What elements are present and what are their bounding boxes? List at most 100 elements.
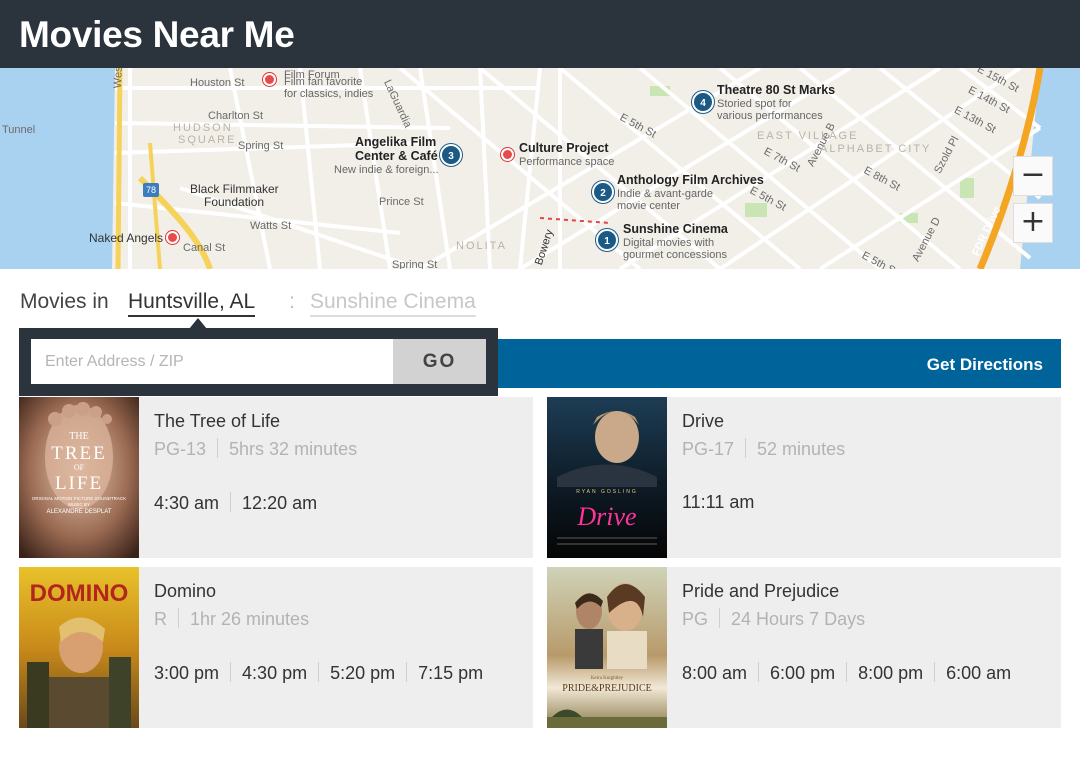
street-label: Watts St xyxy=(250,220,292,232)
place-title: Naked Angels xyxy=(89,231,164,245)
poster-text: LIFE xyxy=(55,473,103,494)
pin-subtitle: gourmet concessions xyxy=(623,249,727,261)
pin-subtitle: Indie & avant-garde xyxy=(617,188,714,200)
pin-3-marker[interactable]: 3 xyxy=(440,144,462,166)
poster-text: Drive xyxy=(576,502,636,531)
movie-title[interactable]: Domino xyxy=(154,581,216,602)
page-title: Movies Near Me xyxy=(19,14,295,55)
showtime[interactable]: 3:00 pm xyxy=(154,663,219,684)
place-title: Center & Café xyxy=(355,149,438,163)
showtime[interactable]: 5:20 pm xyxy=(330,663,395,684)
place-subtitle: Performance space xyxy=(519,156,615,168)
poster-text: DOMINO xyxy=(30,580,129,607)
zoom-out-button[interactable]: − xyxy=(1013,156,1053,196)
showtime[interactable]: 12:20 am xyxy=(242,493,317,514)
district-label: ALPHABET CITY xyxy=(820,143,932,155)
poster-text: ORIGINAL MOTION PICTURE SOUNDTRACK xyxy=(32,496,126,501)
movie-rating: PG-17 xyxy=(682,439,735,459)
movie-card[interactable]: Keira Knightley PRIDE&PREJUDICE Pride an… xyxy=(547,567,1061,728)
poster-text: ALEXANDRE DESPLAT xyxy=(47,509,112,515)
poster-text: RYAN GOSLING xyxy=(576,489,638,495)
district-label: SQUARE xyxy=(178,134,237,146)
pride-and-prejudice-poster-image: Keira Knightley PRIDE&PREJUDICE xyxy=(547,567,667,728)
place-marker-icon[interactable] xyxy=(501,148,514,161)
movie-card[interactable]: RYAN GOSLING Drive Drive PG-17 52 minutes… xyxy=(547,397,1061,558)
movie-title[interactable]: The Tree of Life xyxy=(154,411,280,432)
showtime[interactable]: 11:11 am xyxy=(682,492,754,513)
pin-2-marker[interactable]: 2 xyxy=(592,181,614,203)
movie-title[interactable]: Pride and Prejudice xyxy=(682,581,839,602)
poster-text: Keira Knightley xyxy=(591,676,624,681)
movie-rating: PG-13 xyxy=(154,439,207,459)
movie-duration: 5hrs 32 minutes xyxy=(229,439,358,459)
street-label: Houston St xyxy=(190,77,245,89)
place-title: Angelika Film xyxy=(355,135,437,149)
location-separator: : xyxy=(289,290,295,313)
place-title: Foundation xyxy=(204,195,265,209)
showtime[interactable]: 6:00 am xyxy=(946,663,1011,684)
street-label: Tunnel xyxy=(2,124,36,136)
pin-subtitle: Storied spot for xyxy=(717,98,792,110)
place-subtitle: for classics, indies xyxy=(284,88,374,100)
poster-text: PRIDE&PREJUDICE xyxy=(562,683,651,694)
showtime[interactable]: 4:30 am xyxy=(154,493,219,514)
showtime[interactable]: 4:30 pm xyxy=(242,663,307,684)
place-subtitle: New indie & foreign... xyxy=(334,164,439,176)
place-subtitle: Film fan favorite xyxy=(284,76,363,88)
movie-duration: 24 Hours 7 Days xyxy=(731,609,866,629)
street-label: Canal St xyxy=(183,242,226,254)
city-selector[interactable]: Huntsville, AL xyxy=(128,290,256,317)
showtime[interactable]: 8:00 am xyxy=(682,663,747,684)
pin-title: Theatre 80 St Marks xyxy=(717,83,836,97)
get-directions-button[interactable]: Get Directions xyxy=(927,355,1043,375)
place-title: Culture Project xyxy=(519,141,609,155)
showtimes: 11:11 am xyxy=(682,492,754,513)
movie-card[interactable]: THE TREE OF LIFE ORIGINAL MOTION PICTURE… xyxy=(19,397,533,558)
location-prefix: Movies in xyxy=(20,290,109,313)
cinema-selector[interactable]: Sunshine Cinema xyxy=(310,290,476,317)
movie-rating: R xyxy=(154,609,167,629)
pin-title: Anthology Film Archives xyxy=(617,173,764,187)
district-label: EAST VILLAGE xyxy=(757,130,859,142)
showtime[interactable]: 6:00 pm xyxy=(770,663,835,684)
showtimes: 8:00 am 6:00 pm 8:00 pm 6:00 am xyxy=(682,662,1011,684)
movie-meta: PG-13 5hrs 32 minutes xyxy=(154,438,357,460)
movie-poster[interactable]: DOMINO xyxy=(19,567,139,728)
movie-title[interactable]: Drive xyxy=(682,411,724,432)
drive-poster-image: RYAN GOSLING Drive xyxy=(547,397,667,558)
movie-poster[interactable]: RYAN GOSLING Drive xyxy=(547,397,667,558)
street-label: Spring St xyxy=(238,140,284,152)
showtimes: 3:00 pm 4:30 pm 5:20 pm 7:15 pm xyxy=(154,662,483,684)
place-title: Black Filmmaker xyxy=(190,182,279,196)
movie-poster[interactable]: Keira Knightley PRIDE&PREJUDICE xyxy=(547,567,667,728)
directions-bar: Get Directions xyxy=(497,339,1061,388)
district-label: NOLITA xyxy=(456,240,507,252)
pin-1-marker[interactable]: 1 xyxy=(596,229,618,251)
route-shield-icon: 78 xyxy=(143,183,159,197)
map[interactable]: Houston St Charlton St Spring St Watts S… xyxy=(0,68,1080,269)
movie-poster[interactable]: THE TREE OF LIFE ORIGINAL MOTION PICTURE… xyxy=(19,397,139,558)
pin-subtitle: movie center xyxy=(617,200,680,212)
street-label: Spring St xyxy=(392,259,438,269)
domino-poster-image: DOMINO xyxy=(19,567,139,728)
street-label: West St xyxy=(112,68,126,89)
address-input[interactable] xyxy=(31,339,393,384)
tree-of-life-poster-image: THE TREE OF LIFE ORIGINAL MOTION PICTURE… xyxy=(19,397,139,558)
movie-meta: PG-17 52 minutes xyxy=(682,438,845,460)
pin-4-marker[interactable]: 4 xyxy=(692,91,714,113)
movie-meta: R 1hr 26 minutes xyxy=(154,608,309,630)
poster-text: TREE xyxy=(51,443,107,464)
movie-card[interactable]: DOMINO Domino R 1hr 26 minutes 3:00 pm 4:3… xyxy=(19,567,533,728)
zoom-in-button[interactable]: + xyxy=(1013,203,1053,243)
showtimes: 4:30 am 12:20 am xyxy=(154,492,317,514)
showtime[interactable]: 8:00 pm xyxy=(858,663,923,684)
go-button[interactable]: GO xyxy=(393,339,486,384)
showtime[interactable]: 7:15 pm xyxy=(418,663,483,684)
poster-text: THE xyxy=(69,431,88,442)
place-marker-icon[interactable] xyxy=(263,73,276,86)
pin-title: Sunshine Cinema xyxy=(623,222,728,236)
app-header: Movies Near Me xyxy=(0,0,1080,68)
place-marker-icon[interactable] xyxy=(166,231,179,244)
movie-duration: 52 minutes xyxy=(757,439,846,459)
pin-subtitle: Digital movies with xyxy=(623,237,715,249)
